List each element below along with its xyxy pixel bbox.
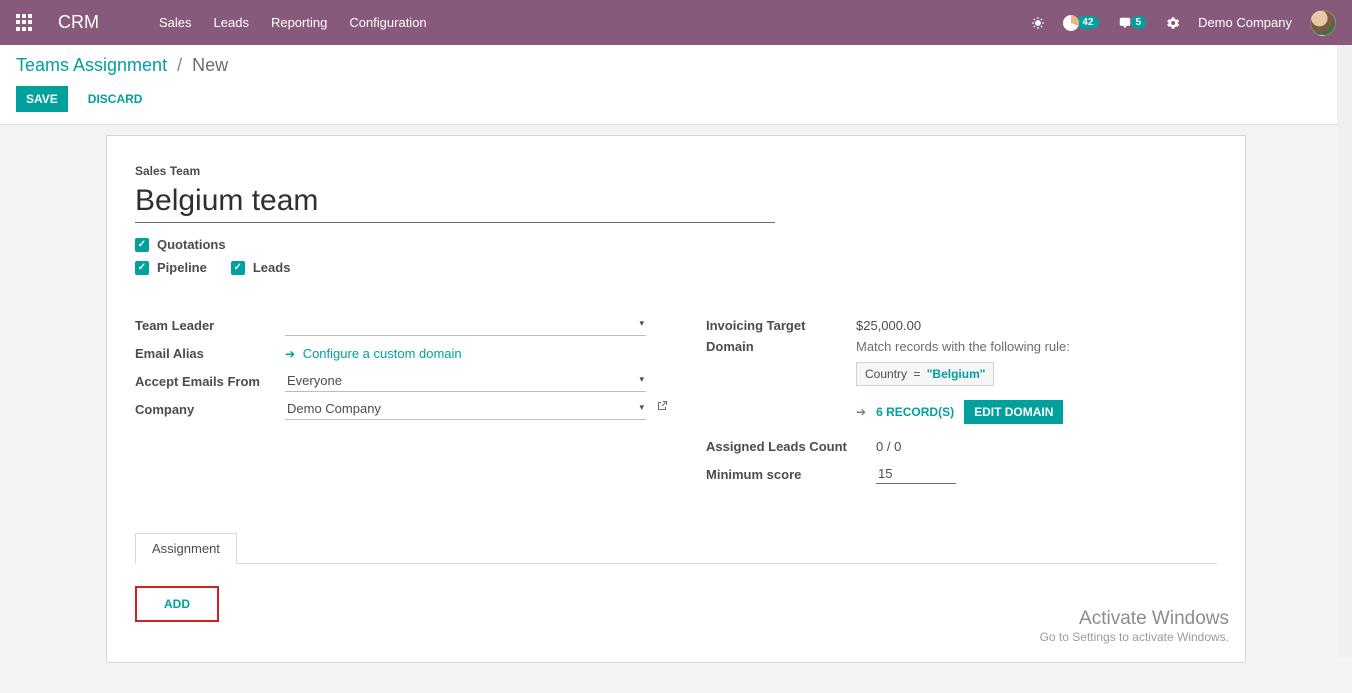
menu-reporting[interactable]: Reporting <box>271 15 327 30</box>
left-column: Team Leader ▾ Email Alias ➔ Configure a … <box>135 311 646 488</box>
user-avatar[interactable] <box>1310 10 1336 36</box>
activities-icon[interactable]: 42 <box>1063 15 1098 31</box>
breadcrumb-current: New <box>192 55 228 76</box>
arrow-right-icon: ➔ <box>285 347 295 361</box>
menu-leads[interactable]: Leads <box>214 15 249 30</box>
title-label: Sales Team <box>135 164 1217 178</box>
check-quotations[interactable]: ✓ Quotations <box>135 237 226 252</box>
check-icon: ✓ <box>135 261 149 275</box>
arrow-right-icon: ➔ <box>856 405 866 419</box>
min-score-input[interactable] <box>876 464 956 484</box>
breadcrumb: Teams Assignment / New <box>16 55 1336 76</box>
discard-button[interactable]: DISCARD <box>82 91 149 107</box>
label-email-alias: Email Alias <box>135 346 285 361</box>
scrollbar[interactable] <box>1337 45 1352 657</box>
tabs: Assignment <box>135 532 1217 564</box>
check-pipeline-label: Pipeline <box>157 260 207 275</box>
save-button[interactable]: SAVE <box>16 86 68 112</box>
label-assigned-leads: Assigned Leads Count <box>706 439 876 454</box>
form-sheet: Sales Team ✓ Quotations ✓ Pipeline ✓ Lea… <box>106 135 1246 663</box>
right-column: Invoicing Target $25,000.00 Domain Match… <box>706 311 1217 488</box>
menu-sales[interactable]: Sales <box>159 15 192 30</box>
check-icon: ✓ <box>231 261 245 275</box>
label-min-score: Minimum score <box>706 467 876 482</box>
domain-eq: = <box>913 367 920 381</box>
check-icon: ✓ <box>135 238 149 252</box>
messages-icon[interactable]: 5 <box>1117 16 1147 30</box>
activities-badge: 42 <box>1077 16 1098 29</box>
accept-emails-select[interactable] <box>285 370 646 392</box>
messages-badge: 5 <box>1131 16 1147 29</box>
settings-icon[interactable] <box>1164 15 1180 31</box>
debug-icon[interactable] <box>1031 16 1045 30</box>
configure-domain-link[interactable]: Configure a custom domain <box>303 346 462 361</box>
records-link[interactable]: 6 RECORD(S) <box>876 405 954 419</box>
check-leads-label: Leads <box>253 260 291 275</box>
label-accept-emails: Accept Emails From <box>135 374 285 389</box>
menu-config[interactable]: Configuration <box>349 15 426 30</box>
domain-hint: Match records with the following rule: <box>856 339 1217 354</box>
company-input[interactable] <box>285 398 646 420</box>
label-domain: Domain <box>706 339 856 354</box>
main-menu: Sales Leads Reporting Configuration <box>159 15 427 30</box>
tab-assignment[interactable]: Assignment <box>135 533 237 564</box>
assigned-leads-value: 0 / 0 <box>876 439 901 454</box>
label-invoicing-target: Invoicing Target <box>706 318 856 333</box>
edit-domain-button[interactable]: EDIT DOMAIN <box>964 400 1063 424</box>
check-leads[interactable]: ✓ Leads <box>231 260 291 275</box>
breadcrumb-sep: / <box>177 55 182 76</box>
control-panel: Teams Assignment / New SAVE DISCARD <box>0 45 1352 125</box>
watermark-sub: Go to Settings to activate Windows. <box>1040 630 1229 644</box>
team-leader-input[interactable] <box>285 314 646 336</box>
domain-tag[interactable]: Country = "Belgium" <box>856 362 994 386</box>
check-pipeline[interactable]: ✓ Pipeline <box>135 260 207 275</box>
nav-right: 42 5 Demo Company <box>1031 10 1336 36</box>
team-name-input[interactable] <box>135 182 775 223</box>
external-link-icon[interactable] <box>656 400 668 415</box>
company-selector[interactable]: Demo Company <box>1198 15 1292 30</box>
tabpane-assignment: ADD <box>135 564 1217 622</box>
domain-value: "Belgium" <box>927 367 986 381</box>
label-team-leader: Team Leader <box>135 318 285 333</box>
apps-icon[interactable] <box>16 14 34 32</box>
viewport: Sales Team ✓ Quotations ✓ Pipeline ✓ Lea… <box>0 125 1352 693</box>
domain-field: Country <box>865 367 907 381</box>
brand-name[interactable]: CRM <box>58 12 99 33</box>
breadcrumb-parent[interactable]: Teams Assignment <box>16 55 167 76</box>
invoicing-target-value: $25,000.00 <box>856 318 921 333</box>
check-quotations-label: Quotations <box>157 237 226 252</box>
add-button[interactable]: ADD <box>135 586 219 622</box>
label-company: Company <box>135 402 285 417</box>
top-navbar: CRM Sales Leads Reporting Configuration … <box>0 0 1352 45</box>
